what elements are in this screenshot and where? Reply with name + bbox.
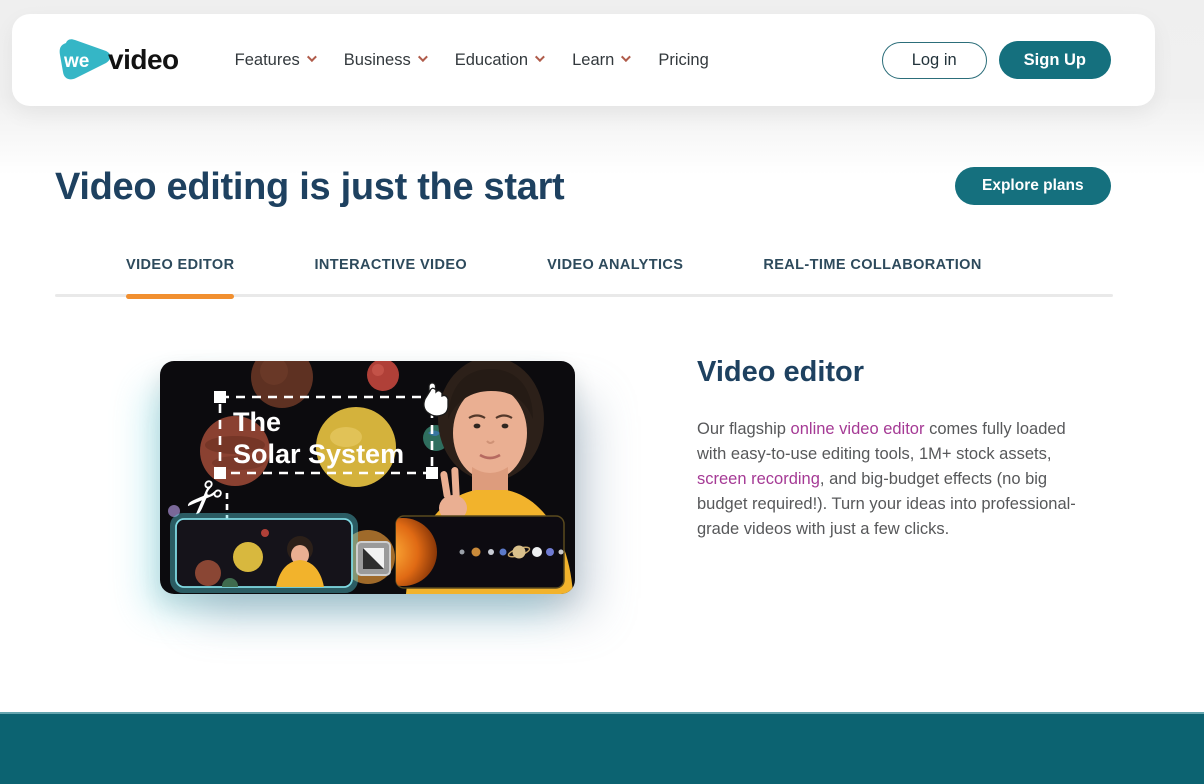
selection-handle bbox=[426, 467, 438, 479]
page-title: Video editing is just the start bbox=[55, 166, 564, 209]
link-screen-recording[interactable]: screen recording bbox=[697, 470, 820, 488]
selection-handle bbox=[214, 467, 226, 479]
preview-illustration: The Solar System ✂ bbox=[160, 361, 575, 594]
tab-video-editor[interactable]: VIDEO EDITOR bbox=[126, 257, 234, 297]
video-editor-preview-image[interactable]: The Solar System ✂ bbox=[160, 361, 575, 594]
logo-text-video: video bbox=[108, 44, 179, 76]
active-tab-indicator bbox=[126, 294, 234, 299]
feature-paragraph: Our flagship online video editor comes f… bbox=[697, 417, 1087, 542]
overlay-title-line2: Solar System bbox=[233, 439, 404, 469]
overlay-title-line1: The bbox=[233, 407, 281, 437]
header-actions: Log in Sign Up bbox=[882, 41, 1111, 79]
timeline-clip-left bbox=[173, 516, 355, 594]
transition-icon bbox=[357, 542, 390, 575]
feature-heading: Video editor bbox=[697, 356, 1087, 389]
timeline-clip-right bbox=[369, 516, 564, 588]
header: we video Features Business Education Lea… bbox=[12, 14, 1155, 106]
tab-interactive-video[interactable]: INTERACTIVE VIDEO bbox=[314, 257, 467, 297]
chevron-down-icon bbox=[418, 52, 428, 62]
nav-item-business[interactable]: Business bbox=[344, 51, 425, 70]
nav-item-features[interactable]: Features bbox=[235, 51, 314, 70]
footer-band bbox=[0, 712, 1204, 784]
chevron-down-icon bbox=[535, 52, 545, 62]
nav-item-pricing[interactable]: Pricing bbox=[658, 51, 708, 70]
feature-description-column: Video editor Our flagship online video e… bbox=[697, 356, 1087, 542]
main-nav: Features Business Education Learn Pricin… bbox=[235, 51, 709, 70]
chevron-down-icon bbox=[621, 52, 631, 62]
nav-item-education[interactable]: Education bbox=[455, 51, 542, 70]
link-online-video-editor[interactable]: online video editor bbox=[791, 420, 925, 438]
tab-video-analytics[interactable]: VIDEO ANALYTICS bbox=[547, 257, 683, 297]
feature-tabs: VIDEO EDITOR INTERACTIVE VIDEO VIDEO ANA… bbox=[126, 257, 982, 297]
nav-item-learn[interactable]: Learn bbox=[572, 51, 628, 70]
login-button[interactable]: Log in bbox=[882, 42, 987, 79]
tab-real-time-collaboration[interactable]: REAL-TIME COLLABORATION bbox=[763, 257, 981, 297]
logo-text-we: we bbox=[63, 51, 89, 72]
explore-plans-button[interactable]: Explore plans bbox=[955, 167, 1111, 205]
signup-button[interactable]: Sign Up bbox=[999, 41, 1111, 79]
chevron-down-icon bbox=[307, 52, 317, 62]
wevideo-logo[interactable]: we video bbox=[56, 36, 179, 84]
selection-handle bbox=[214, 391, 226, 403]
